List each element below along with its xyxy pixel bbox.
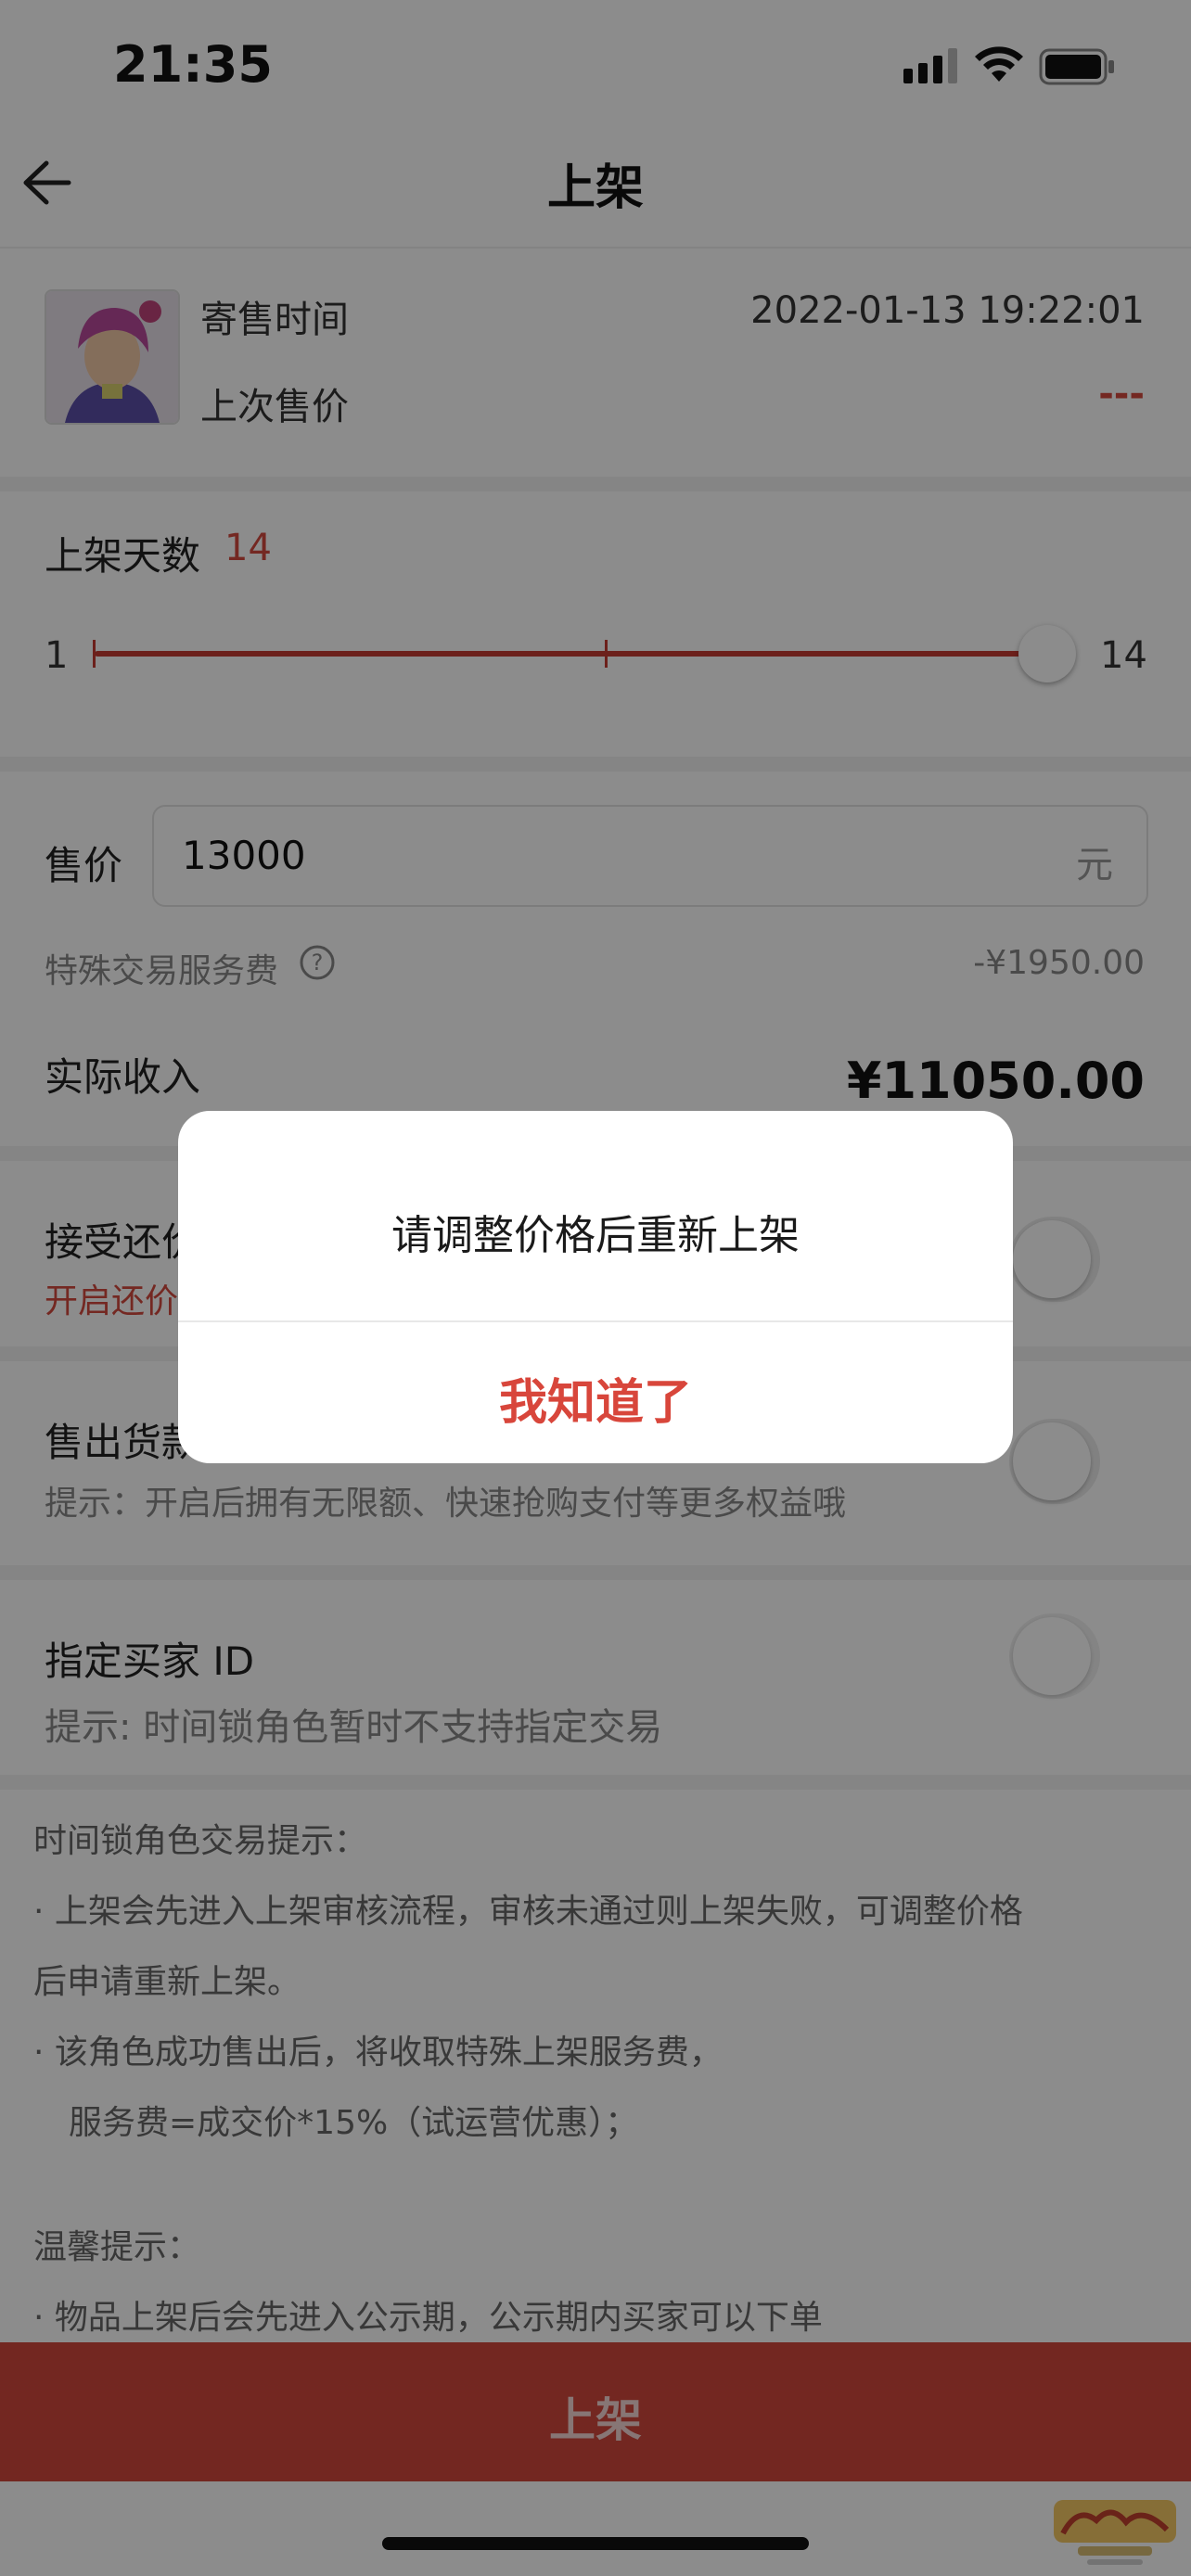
dialog-message: 请调整价格后重新上架 xyxy=(391,1212,800,1259)
alert-dialog: 请调整价格后重新上架 我知道了 xyxy=(178,1111,1013,1463)
dialog-confirm-label: 我知道了 xyxy=(498,1375,692,1431)
